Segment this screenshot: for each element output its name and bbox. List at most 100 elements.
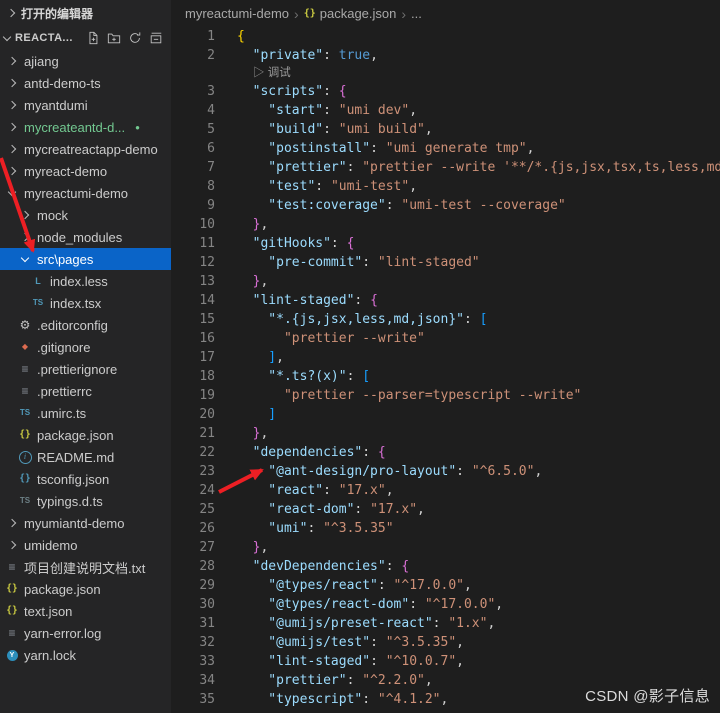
tree-folder-mycreatreactapp-demo[interactable]: mycreatreactapp-demo [0,138,171,160]
code-line-4[interactable]: 4 "start": "umi dev", [171,101,720,120]
line-number: 23 [171,462,215,481]
tree-folder-src-pages[interactable]: src\pages [0,248,171,270]
tree-file-readme-md[interactable]: iREADME.md [0,446,171,468]
code-line-18[interactable]: 18 "*.ts?(x)": [ [171,367,720,386]
line-number: 35 [171,690,215,709]
line-number: 16 [171,329,215,348]
tree-twistie [17,251,33,267]
code-line-16[interactable]: 16 "prettier --write" [171,329,720,348]
code-line-6[interactable]: 6 "postinstall": "umi generate tmp", [171,139,720,158]
code-line-28[interactable]: 28 "devDependencies": { [171,557,720,576]
tree-item-label: mycreatreactapp-demo [24,142,158,157]
tree-twistie [4,119,20,135]
tree-folder-myantdumi[interactable]: myantdumi [0,94,171,116]
tree-file-package-json[interactable]: {}package.json [0,424,171,446]
tree-file-index-tsx[interactable]: TSindex.tsx [0,292,171,314]
code-line-12[interactable]: 12 "pre-commit": "lint-staged" [171,253,720,272]
file-icon-slot: {} [17,427,33,443]
tree-folder-ajiang[interactable]: ajiang [0,50,171,72]
code-line-22[interactable]: 22 "dependencies": { [171,443,720,462]
tree-folder-umidemo[interactable]: umidemo [0,534,171,556]
code-line-8[interactable]: 8 "test": "umi-test", [171,177,720,196]
refresh-button[interactable] [126,29,144,47]
folder-section-header[interactable]: REACTA... [0,26,171,50]
section-actions [84,29,165,47]
line-number: 28 [171,557,215,576]
tree-folder-myumiantd-demo[interactable]: myumiantd-demo [0,512,171,534]
code-line-20[interactable]: 20 ] [171,405,720,424]
tree-file-prettierrc[interactable]: ≡.prettierrc [0,380,171,402]
code-line-21[interactable]: 21 }, [171,424,720,443]
code-text: "lint-staged": { [215,291,378,310]
editor-code[interactable]: 1{2 "private": true,▷ 调试3 "scripts": {4 … [171,27,720,713]
chevron-right-icon [8,123,16,131]
tree-file-txt[interactable]: ≡项目创建说明文档.txt [0,556,171,578]
code-line-11[interactable]: 11 "gitHooks": { [171,234,720,253]
tree-file-yarn-error-log[interactable]: ≡yarn-error.log [0,622,171,644]
tree-folder-node-modules[interactable]: node_modules [0,226,171,248]
open-editors-header[interactable]: 打开的编辑器 [0,0,171,26]
code-line-17[interactable]: 17 ], [171,348,720,367]
tree-folder-myreactumi-demo[interactable]: myreactumi-demo [0,182,171,204]
new-folder-button[interactable] [105,29,123,47]
new-file-button[interactable] [84,29,102,47]
tree-item-label: .gitignore [37,340,90,355]
tree-item-label: 项目创建说明文档.txt [24,558,145,577]
line-number: 32 [171,633,215,652]
code-line-3[interactable]: 3 "scripts": { [171,82,720,101]
code-text: ], [215,348,284,367]
code-line-19[interactable]: 19 "prettier --parser=typescript --write… [171,386,720,405]
code-line-7[interactable]: 7 "prettier": "prettier --write '**/*.{j… [171,158,720,177]
collapse-all-button[interactable] [147,29,165,47]
file-icon-slot: TS [17,405,33,421]
code-line-31[interactable]: 31 "@umijs/preset-react": "1.x", [171,614,720,633]
chevron-down-icon [21,254,29,262]
tree-folder-myreact-demo[interactable]: myreact-demo [0,160,171,182]
tree-file-tsconfig-json[interactable]: {}tsconfig.json [0,468,171,490]
file-icon-slot: ◆ [17,339,33,355]
file-icon-slot: ≡ [17,361,33,377]
code-line-23[interactable]: 23 "@ant-design/pro-layout": "^6.5.0", [171,462,720,481]
code-line-5[interactable]: 5 "build": "umi build", [171,120,720,139]
tree-file-typings-d-ts[interactable]: TStypings.d.ts [0,490,171,512]
tree-item-label: index.tsx [50,296,101,311]
tree-file-index-less[interactable]: Lindex.less [0,270,171,292]
code-line-1[interactable]: 1{ [171,27,720,46]
breadcrumb-item-item[interactable]: ... [411,6,422,21]
breadcrumb-item-myreactumi-demo[interactable]: myreactumi-demo [185,6,289,21]
tsconfig-icon: {} [19,474,30,484]
code-line-32[interactable]: 32 "@umijs/test": "^3.5.35", [171,633,720,652]
code-line-25[interactable]: 25 "react-dom": "17.x", [171,500,720,519]
tree-file-yarn-lock[interactable]: Yyarn.lock [0,644,171,666]
code-line-27[interactable]: 27 }, [171,538,720,557]
tree-file-prettierignore[interactable]: ≡.prettierignore [0,358,171,380]
debug-codelens[interactable]: ▷ 调试 [215,65,291,82]
tree-file-umirc-ts[interactable]: TS.umirc.ts [0,402,171,424]
line-number: 5 [171,120,215,139]
code-line-26[interactable]: 26 "umi": "^3.5.35" [171,519,720,538]
code-line-14[interactable]: 14 "lint-staged": { [171,291,720,310]
tree-folder-antd-demo-ts[interactable]: antd-demo-ts [0,72,171,94]
tree-folder-mycreateantd-d[interactable]: mycreateantd-d...● [0,116,171,138]
breadcrumb-item-package-json[interactable]: {}package.json [304,6,397,21]
code-line-9[interactable]: 9 "test:coverage": "umi-test --coverage" [171,196,720,215]
code-line-10[interactable]: 10 }, [171,215,720,234]
code-line-2[interactable]: 2 "private": true, [171,46,720,65]
tree-file-package-json[interactable]: {}package.json [0,578,171,600]
chevron-right-icon [8,57,16,65]
code-line-29[interactable]: 29 "@types/react": "^17.0.0", [171,576,720,595]
code-line-33[interactable]: 33 "lint-staged": "^10.0.7", [171,652,720,671]
gear-icon: ⚙ [20,319,31,331]
code-line-24[interactable]: 24 "react": "17.x", [171,481,720,500]
tree-item-label: index.less [50,274,108,289]
tree-file-text-json[interactable]: {}text.json [0,600,171,622]
tree-folder-mock[interactable]: mock [0,204,171,226]
code-line-30[interactable]: 30 "@types/react-dom": "^17.0.0", [171,595,720,614]
line-number: 19 [171,386,215,405]
code-line-15[interactable]: 15 "*.{js,jsx,less,md,json}": [ [171,310,720,329]
tree-file-editorconfig[interactable]: ⚙.editorconfig [0,314,171,336]
code-text: }, [215,215,268,234]
code-line-13[interactable]: 13 }, [171,272,720,291]
line-number: 7 [171,158,215,177]
tree-file-gitignore[interactable]: ◆ .gitignore [0,336,171,358]
